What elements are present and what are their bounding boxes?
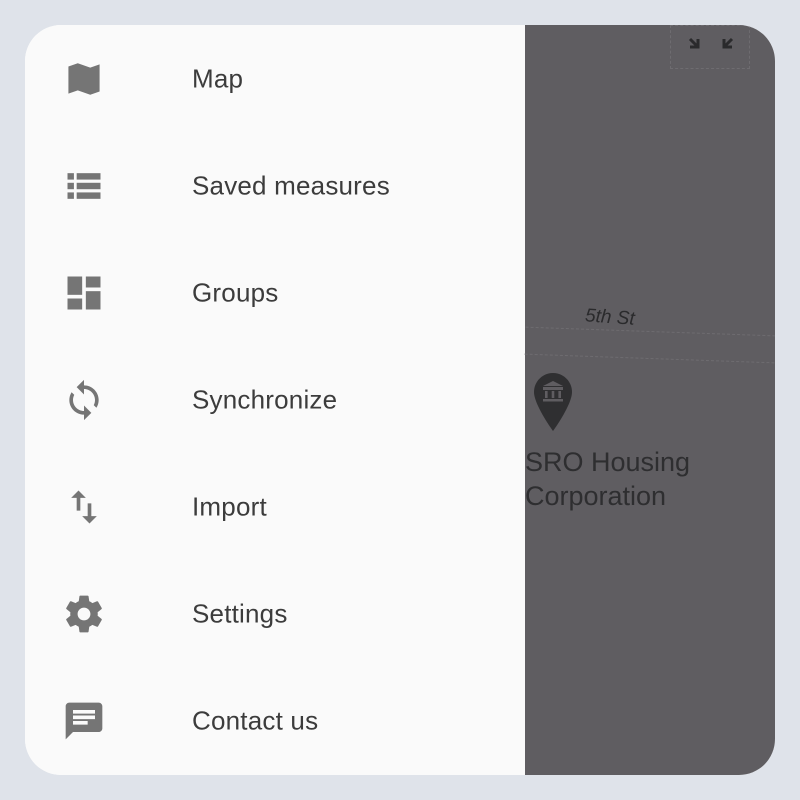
menu-item-label: Import (192, 491, 267, 521)
menu-item-label: Synchronize (192, 384, 338, 414)
menu-item-label: Saved measures (192, 170, 390, 200)
collapse-arrows-icon (688, 37, 734, 49)
fullscreen-toggle-button[interactable] (670, 25, 750, 69)
menu-item-saved-measures[interactable]: Saved measures (25, 132, 525, 239)
street-line (524, 326, 775, 364)
menu-item-settings[interactable]: Settings (25, 560, 525, 667)
menu-item-label: Contact us (192, 705, 319, 735)
menu-item-label: Settings (192, 598, 288, 628)
dashboard-icon (62, 271, 106, 315)
menu-item-label: Groups (192, 277, 279, 307)
list-icon (62, 164, 106, 208)
menu-item-label: Map (192, 63, 244, 93)
map-icon (62, 57, 106, 101)
map-pin-icon[interactable] (532, 371, 574, 433)
menu-item-import[interactable]: Import (25, 453, 525, 560)
chat-icon (62, 699, 106, 743)
street-label: 5th St (584, 305, 636, 330)
menu-item-map[interactable]: Map (25, 25, 525, 132)
map-scrim[interactable]: 5th St SRO Housing Corporation (524, 25, 775, 775)
poi-label-line2: Corporation (525, 481, 667, 511)
app-frame: Map Saved measures Groups Synchronize Im… (25, 25, 775, 775)
menu-item-synchronize[interactable]: Synchronize (25, 346, 525, 453)
gear-icon (62, 592, 106, 636)
poi-label-line1: SRO Housing (525, 447, 691, 477)
menu-item-groups[interactable]: Groups (25, 239, 525, 346)
poi-label[interactable]: SRO Housing Corporation (525, 445, 690, 513)
sync-icon (62, 378, 106, 422)
navigation-drawer: Map Saved measures Groups Synchronize Im… (25, 25, 525, 775)
menu-item-contact-us[interactable]: Contact us (25, 667, 525, 774)
import-export-icon (62, 485, 106, 529)
